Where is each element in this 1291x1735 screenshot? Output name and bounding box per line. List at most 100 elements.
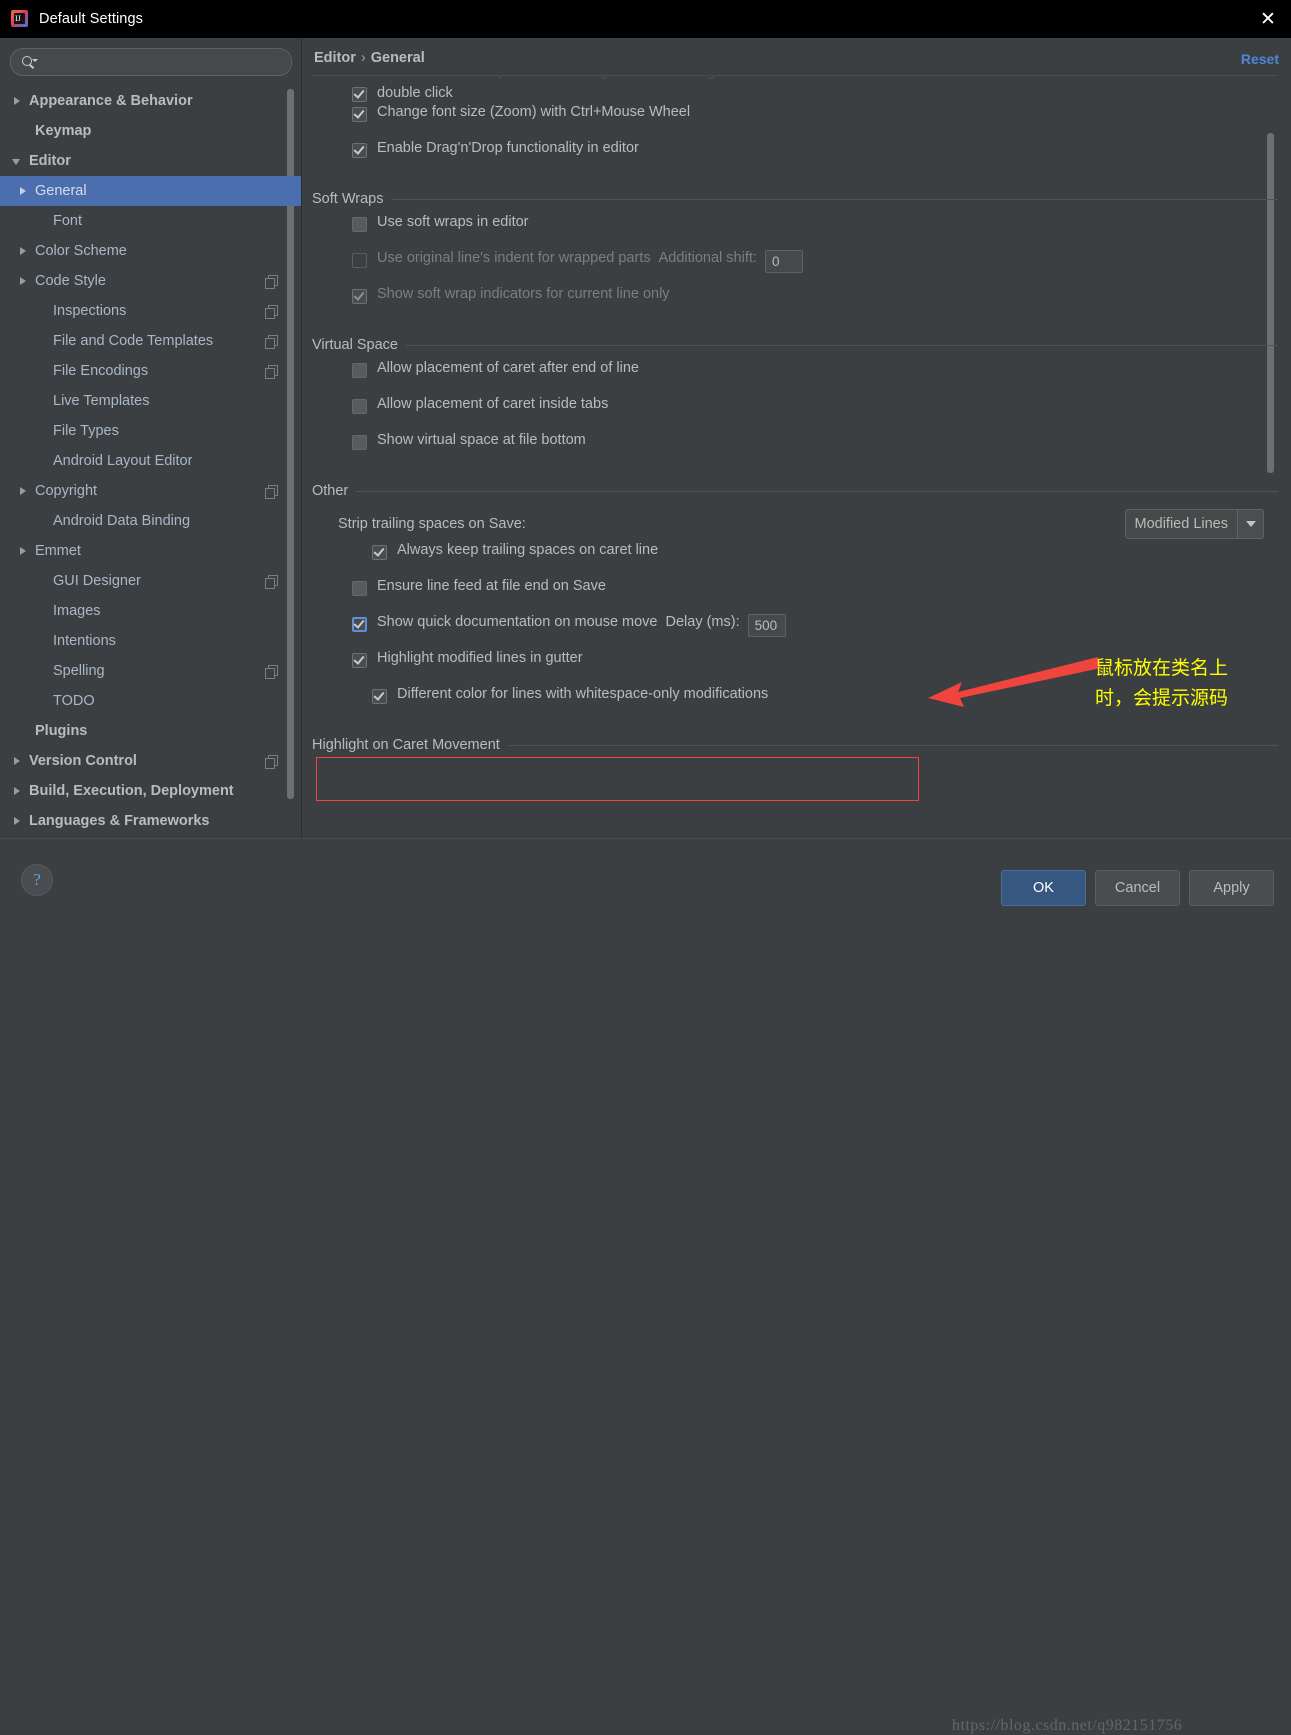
content-scrollbar[interactable] (1267, 133, 1274, 473)
apply-button[interactable]: Apply (1189, 870, 1274, 906)
checkbox[interactable] (352, 581, 367, 596)
sidebar-item-file-encodings[interactable]: File Encodings (0, 356, 302, 386)
sidebar-item-label: Build, Execution, Deployment (29, 783, 234, 799)
chevron-right-icon[interactable] (18, 186, 29, 197)
checkbox[interactable] (352, 617, 367, 632)
checkbox[interactable] (352, 435, 367, 450)
cancel-button[interactable]: Cancel (1095, 870, 1180, 906)
sidebar-item-label: General (35, 183, 87, 199)
strip-trailing-dropdown[interactable]: Modified Lines (1124, 509, 1264, 539)
sidebar-item-label: Copyright (35, 483, 98, 499)
sidebar-item-copyright[interactable]: Copyright (0, 476, 302, 506)
chevron-right-icon[interactable] (12, 96, 23, 107)
option-row[interactable]: Allow placement of caret inside tabs (352, 396, 1278, 432)
option-label-line1: Honor "CamelHumps" words settings when s… (377, 76, 735, 83)
reset-link[interactable]: Reset (1241, 51, 1279, 67)
sidebar-item-android-layout-editor[interactable]: Android Layout Editor (0, 446, 302, 476)
sidebar-item-editor[interactable]: Editor (0, 146, 302, 176)
group-header: Soft Wraps (312, 190, 1278, 208)
checkbox[interactable] (352, 253, 367, 268)
checkbox[interactable] (352, 143, 367, 158)
help-button[interactable]: ? (21, 864, 53, 896)
sidebar-item-code-style[interactable]: Code Style (0, 266, 302, 296)
chevron-right-icon[interactable] (18, 246, 29, 257)
sidebar-item-images[interactable]: Images (0, 596, 302, 626)
sidebar-item-intentions[interactable]: Intentions (0, 626, 302, 656)
copy-settings-icon (265, 364, 278, 379)
option-row[interactable]: Ensure line feed at file end on Save (352, 578, 1278, 614)
checkbox[interactable] (352, 217, 367, 232)
breadcrumb-leaf: General (370, 50, 425, 66)
option-row[interactable]: Enable Drag'n'Drop functionality in edit… (352, 140, 1278, 176)
checkbox[interactable] (352, 107, 367, 122)
chevron-right-icon[interactable] (12, 786, 23, 797)
checkbox[interactable] (352, 87, 367, 102)
option-row[interactable]: Always keep trailing spaces on caret lin… (372, 542, 1278, 578)
option-row[interactable]: Use soft wraps in editor (352, 214, 1278, 250)
settings-dialog: IJ Default Settings ✕ Appearance & Behav… (0, 0, 1291, 1734)
checkbox[interactable] (352, 289, 367, 304)
annotation-text: 鼠标放在类名上 时，会提示源码 (1095, 657, 1229, 709)
sidebar-item-emmet[interactable]: Emmet (0, 536, 302, 566)
option-row[interactable]: Show soft wrap indicators for current li… (352, 286, 1278, 322)
sidebar-item-gui-designer[interactable]: GUI Designer (0, 566, 302, 596)
sidebar-item-live-templates[interactable]: Live Templates (0, 386, 302, 416)
chevron-right-icon[interactable] (12, 816, 23, 827)
chevron-right-icon[interactable] (18, 276, 29, 287)
number-input[interactable]: 0 (764, 250, 803, 273)
checkbox[interactable] (372, 689, 387, 704)
breadcrumb: Editor › General (314, 50, 425, 66)
group-header-last: Highlight on Caret Movement (312, 736, 1278, 754)
checkbox[interactable] (352, 653, 367, 668)
option-label: Allow placement of caret after end of li… (377, 360, 639, 376)
search-input[interactable] (37, 54, 291, 70)
option-row[interactable]: Allow placement of caret after end of li… (352, 360, 1278, 396)
checkbox[interactable] (352, 399, 367, 414)
chevron-right-icon[interactable] (18, 486, 29, 497)
sidebar-item-color-scheme[interactable]: Color Scheme (0, 236, 302, 266)
breadcrumb-root[interactable]: Editor (314, 50, 356, 66)
sidebar-item-file-types[interactable]: File Types (0, 416, 302, 446)
chevron-right-icon[interactable] (12, 756, 23, 767)
ok-button[interactable]: OK (1001, 870, 1086, 906)
option-row[interactable]: Use original line's indent for wrapped p… (352, 250, 1278, 286)
sidebar-item-plugins[interactable]: Plugins (0, 716, 302, 746)
sidebar-item-font[interactable]: Font (0, 206, 302, 236)
sidebar-item-label: Emmet (35, 543, 81, 559)
field-label: Additional shift: (658, 250, 757, 266)
copy-settings-icon (265, 334, 278, 349)
option-label: Enable Drag'n'Drop functionality in edit… (377, 140, 639, 156)
option-label: Different color for lines with whitespac… (397, 686, 769, 702)
sidebar-item-version-control[interactable]: Version Control (0, 746, 302, 776)
option-row[interactable]: Show virtual space at file bottom (352, 432, 1278, 468)
chevron-down-icon[interactable] (12, 156, 23, 167)
option-row[interactable]: Change font size (Zoom) with Ctrl+Mouse … (352, 104, 1278, 140)
number-input[interactable]: 500 (747, 614, 786, 637)
sidebar-item-languages-frameworks[interactable]: Languages & Frameworks (0, 806, 302, 828)
sidebar-item-inspections[interactable]: Inspections (0, 296, 302, 326)
sidebar-item-file-and-code-templates[interactable]: File and Code Templates (0, 326, 302, 356)
sidebar-item-label: GUI Designer (53, 573, 141, 589)
sidebar-item-general[interactable]: General (0, 176, 302, 206)
chevron-right-icon[interactable] (18, 546, 29, 557)
sidebar-item-label: Font (53, 213, 83, 229)
checkbox[interactable] (372, 545, 387, 560)
checkbox[interactable] (352, 363, 367, 378)
sidebar-item-android-data-binding[interactable]: Android Data Binding (0, 506, 302, 536)
chevron-down-icon[interactable] (1237, 510, 1263, 538)
sidebar-item-build-execution-deployment[interactable]: Build, Execution, Deployment (0, 776, 302, 806)
option-row-partial[interactable]: Honor "CamelHumps" words settings when s… (352, 76, 1278, 104)
sidebar-item-label: Plugins (35, 723, 88, 739)
sidebar-item-keymap[interactable]: Keymap (0, 116, 302, 146)
sidebar-item-label: Version Control (29, 753, 137, 769)
close-icon[interactable]: ✕ (1245, 0, 1291, 38)
sidebar-item-todo[interactable]: TODO (0, 686, 302, 716)
sidebar-item-spelling[interactable]: Spelling (0, 656, 302, 686)
sidebar-item-appearance-behavior[interactable]: Appearance & Behavior (0, 86, 302, 116)
option-row[interactable]: Show quick documentation on mouse move De… (352, 614, 1278, 650)
search-box[interactable] (10, 48, 292, 76)
